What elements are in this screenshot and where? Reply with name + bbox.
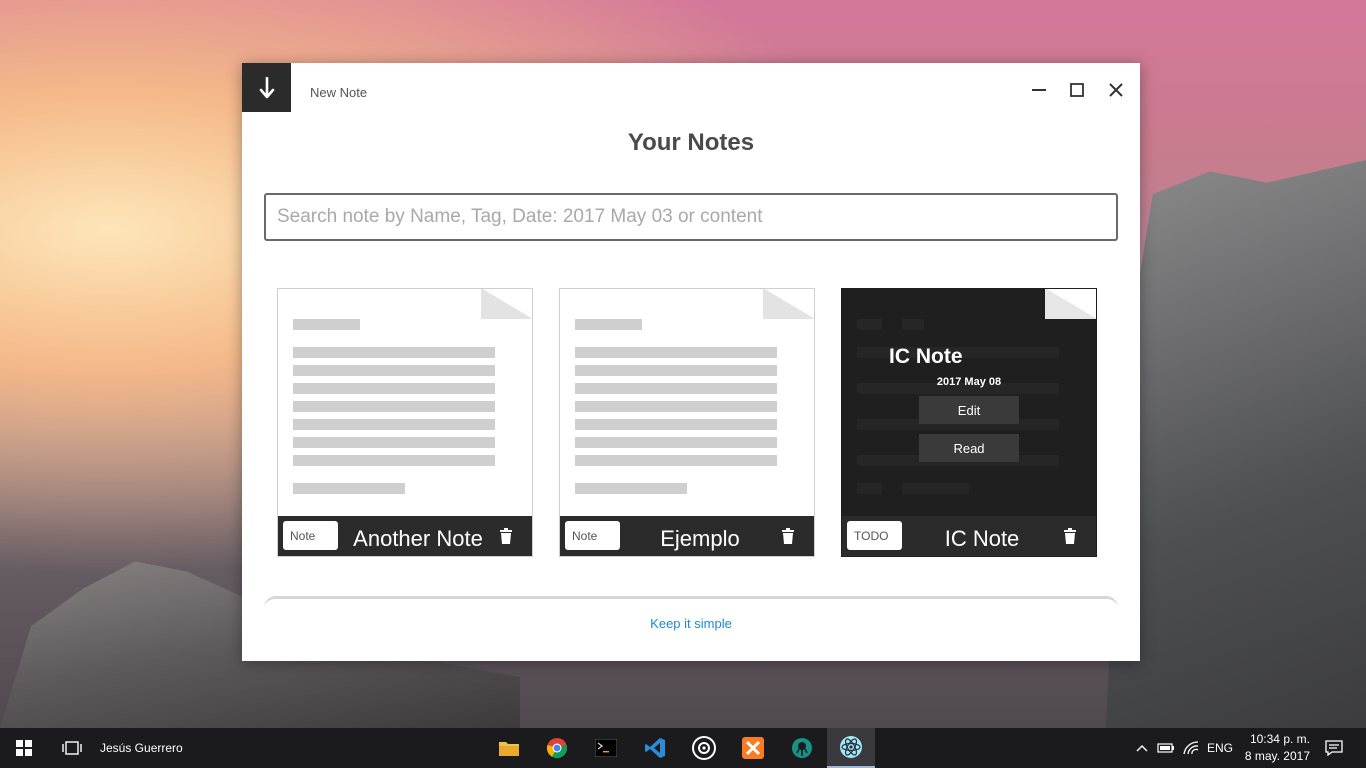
task-view-button[interactable] bbox=[48, 728, 96, 768]
footer-divider bbox=[264, 596, 1118, 616]
vscode-icon bbox=[645, 738, 665, 758]
preview-line bbox=[575, 419, 777, 430]
card-footer: Note Another Note bbox=[278, 516, 532, 556]
taskbar-app-terminal[interactable] bbox=[582, 728, 630, 768]
language-indicator[interactable]: ENG bbox=[1206, 728, 1234, 768]
note-card[interactable]: Note Ejemplo bbox=[559, 288, 815, 557]
trash-icon[interactable] bbox=[781, 528, 795, 544]
preview-line bbox=[575, 319, 642, 330]
note-name: Another Note bbox=[353, 526, 483, 551]
read-button[interactable]: Read bbox=[919, 434, 1019, 462]
gitkraken-icon bbox=[792, 738, 812, 758]
preview-line bbox=[857, 319, 882, 330]
arrow-down-icon bbox=[259, 76, 274, 98]
taskbar-app-chrome[interactable] bbox=[533, 728, 581, 768]
overlay-note-title: IC Note bbox=[889, 345, 963, 368]
page-fold bbox=[1045, 289, 1096, 319]
clock-time: 10:34 p. m. bbox=[1249, 732, 1310, 746]
preview-line bbox=[902, 483, 969, 494]
task-view-icon bbox=[62, 741, 82, 755]
new-note-label[interactable]: New Note bbox=[310, 85, 367, 100]
chevron-up-icon bbox=[1136, 745, 1148, 752]
trash-icon[interactable] bbox=[1063, 528, 1077, 544]
show-hidden-icons-button[interactable] bbox=[1132, 728, 1152, 768]
battery-icon bbox=[1157, 743, 1174, 753]
taskbar-app-vscode[interactable] bbox=[631, 728, 679, 768]
preview-line bbox=[293, 383, 495, 394]
preview-line bbox=[293, 455, 495, 466]
preview-line bbox=[575, 365, 777, 376]
windows-icon bbox=[16, 740, 32, 756]
chrome-icon bbox=[546, 738, 568, 759]
preview-line bbox=[902, 319, 924, 330]
taskbar-app-electron[interactable] bbox=[827, 728, 875, 768]
clock-date: 8 may. 2017 bbox=[1244, 749, 1310, 763]
card-footer: Note Ejemplo bbox=[560, 516, 814, 556]
page-title: Your Notes bbox=[627, 129, 755, 156]
start-button[interactable] bbox=[0, 728, 48, 768]
minimize-button[interactable] bbox=[1026, 77, 1052, 103]
card-footer: TODO IC Note bbox=[842, 516, 1096, 556]
note-tag: Note bbox=[565, 521, 620, 550]
preview-line bbox=[575, 401, 777, 412]
note-name: IC Note bbox=[944, 526, 1020, 551]
file-explorer-icon bbox=[499, 742, 519, 756]
notes-app-window: New Note Your Notes Note Another Note bbox=[242, 63, 1140, 661]
preview-line bbox=[293, 483, 405, 494]
taskbar-app-obs[interactable] bbox=[680, 728, 728, 768]
overlay-note-date: 2017 May 08 bbox=[936, 376, 1002, 388]
note-tag: TODO bbox=[847, 521, 902, 550]
preview-line bbox=[293, 319, 360, 330]
preview-line bbox=[575, 483, 687, 494]
note-name: Ejemplo bbox=[660, 526, 740, 551]
obs-icon bbox=[692, 736, 716, 760]
preview-line bbox=[575, 455, 777, 466]
note-card[interactable]: Note Another Note bbox=[277, 288, 533, 557]
search-input[interactable] bbox=[264, 193, 1118, 241]
preview-line bbox=[293, 365, 495, 376]
close-icon bbox=[1109, 83, 1123, 97]
xampp-icon bbox=[742, 737, 764, 759]
preview-line bbox=[293, 437, 495, 448]
edit-button[interactable]: Edit bbox=[919, 396, 1019, 424]
new-note-button[interactable] bbox=[242, 63, 291, 112]
trash-icon[interactable] bbox=[499, 528, 513, 544]
battery-button[interactable] bbox=[1155, 728, 1177, 768]
clock[interactable]: 10:34 p. m. 8 may. 2017 bbox=[1245, 731, 1310, 765]
preview-line bbox=[575, 437, 777, 448]
preview-line bbox=[293, 401, 495, 412]
page-fold bbox=[481, 289, 532, 319]
minimize-icon bbox=[1032, 89, 1046, 91]
footer-link[interactable]: Keep it simple bbox=[242, 616, 1140, 631]
taskbar: Jesús Guerrero ENG 10:34 p. m. 8 may. 20… bbox=[0, 728, 1366, 768]
network-button[interactable] bbox=[1180, 728, 1202, 768]
wallpaper-cliff-right bbox=[1106, 160, 1366, 728]
preview-line bbox=[857, 483, 882, 494]
maximize-button[interactable] bbox=[1064, 77, 1090, 103]
preview-line bbox=[575, 347, 777, 358]
close-button[interactable] bbox=[1103, 77, 1129, 103]
taskbar-app-xampp[interactable] bbox=[729, 728, 777, 768]
user-name[interactable]: Jesús Guerrero bbox=[100, 728, 183, 768]
taskbar-app-gitkraken[interactable] bbox=[778, 728, 826, 768]
notification-icon bbox=[1325, 740, 1343, 756]
note-card-hovered[interactable]: IC Note 2017 May 08 Edit Read TODO IC No… bbox=[841, 288, 1097, 557]
page-fold bbox=[763, 289, 814, 319]
preview-line bbox=[575, 383, 777, 394]
maximize-icon bbox=[1070, 83, 1084, 97]
preview-line bbox=[293, 347, 495, 358]
wifi-icon bbox=[1183, 741, 1199, 755]
preview-line bbox=[293, 419, 495, 430]
terminal-icon bbox=[595, 739, 617, 757]
note-tag: Note bbox=[283, 521, 338, 550]
taskbar-app-file-explorer[interactable] bbox=[485, 728, 533, 768]
electron-icon bbox=[840, 736, 862, 758]
action-center-button[interactable] bbox=[1316, 728, 1352, 768]
